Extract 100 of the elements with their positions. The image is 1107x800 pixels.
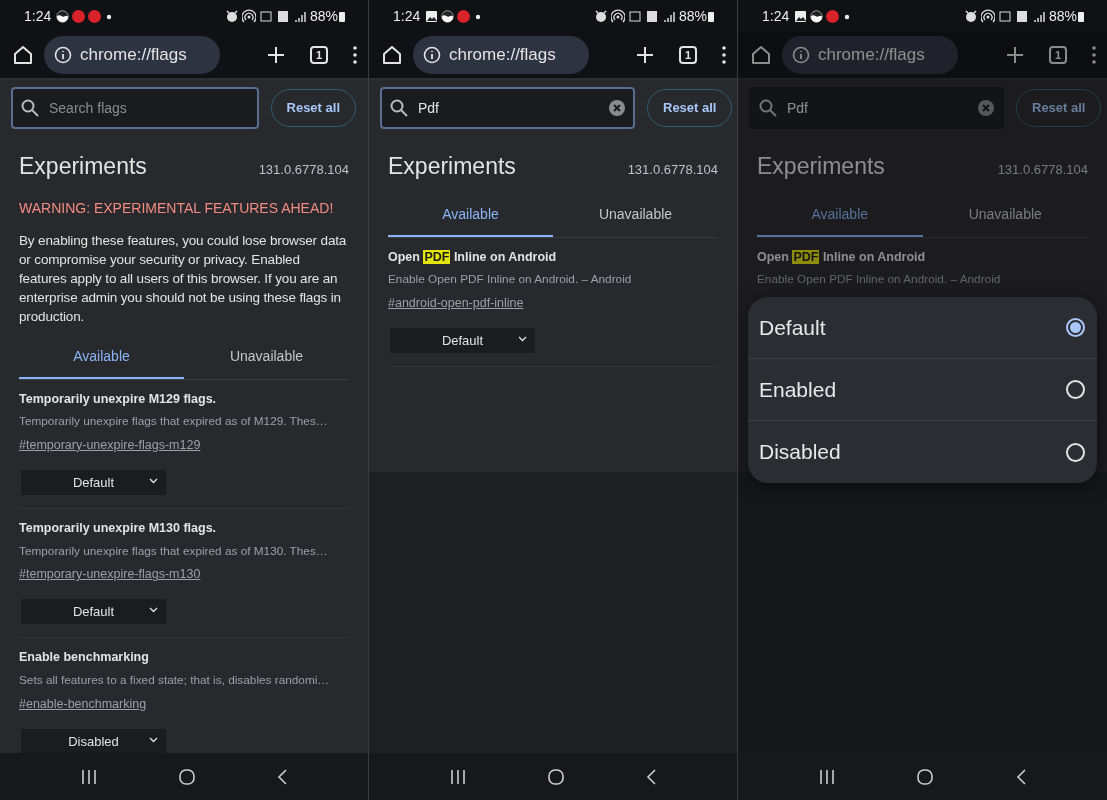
yin-yang-icon — [56, 9, 70, 23]
radio-button[interactable] — [1066, 380, 1085, 399]
alarm-icon — [963, 9, 978, 23]
battery-icon — [1077, 9, 1085, 23]
chevron-down-icon — [518, 335, 527, 342]
page-title: Experiments — [757, 152, 885, 181]
version-text: 131.0.6778.104 — [627, 161, 718, 179]
dropdown-select[interactable]: Default — [21, 469, 166, 495]
page-title: Experiments — [19, 152, 147, 181]
jio-logo-icon — [826, 9, 840, 23]
search-icon — [759, 98, 777, 117]
image-icon — [425, 9, 439, 23]
clear-icon[interactable] — [609, 99, 625, 116]
url-text: chrome://flags — [449, 44, 556, 67]
search-field[interactable]: Pdf — [380, 86, 635, 129]
image-icon — [794, 9, 808, 23]
status-time: 1:24 — [24, 6, 52, 26]
hotspot-icon — [980, 9, 995, 23]
info-icon — [54, 46, 72, 64]
plus-icon[interactable] — [635, 45, 655, 65]
flag-description: Enable Open PDF Inline on Android. – Android — [757, 271, 1002, 289]
tab[interactable]: Unavailable — [553, 195, 718, 237]
info-icon — [792, 46, 810, 64]
dropdown-select[interactable]: Default — [390, 327, 535, 353]
search-input[interactable]: Pdf — [785, 88, 970, 127]
option-label: Enabled — [759, 376, 837, 403]
address-bar[interactable]: chrome://flags — [413, 36, 589, 74]
flag-link[interactable]: #temporary-unexpire-flags-m129 — [19, 435, 201, 455]
signal-icon — [1031, 9, 1046, 23]
recents-icon[interactable] — [449, 767, 467, 786]
chevron-down-icon — [149, 477, 158, 484]
dropdown-select[interactable]: Default — [21, 599, 166, 625]
flag-link[interactable]: #temporary-unexpire-flags-m130 — [19, 565, 201, 585]
search-input[interactable]: Search flags — [47, 88, 249, 127]
option-label: Disabled — [759, 439, 841, 466]
option-label: Default — [759, 314, 826, 341]
search-icon — [390, 98, 408, 117]
flag-link[interactable]: #android-open-pdf-inline — [388, 293, 524, 313]
plus-icon[interactable] — [1005, 45, 1025, 65]
url-text: chrome://flags — [818, 44, 925, 67]
hotspot-icon — [610, 9, 625, 23]
battery-percent: 88% — [678, 6, 707, 26]
home-button-icon[interactable] — [178, 767, 196, 786]
url-text: chrome://flags — [80, 44, 187, 67]
flag-title: Enable benchmarking — [19, 649, 150, 667]
back-icon[interactable] — [645, 767, 657, 786]
home-button-icon[interactable] — [547, 767, 565, 786]
jio-logo-icon — [88, 9, 102, 23]
hotspot-icon — [241, 9, 256, 23]
jio-logo-icon — [457, 9, 471, 23]
alarm-icon — [593, 9, 608, 23]
tab[interactable]: Unavailable — [184, 337, 349, 379]
search-input[interactable]: Pdf — [416, 88, 601, 127]
battery-icon — [338, 9, 346, 23]
info-icon — [423, 46, 441, 64]
flag-description: Enable Open PDF Inline on Android. – Android — [388, 271, 633, 289]
home-button-icon[interactable] — [916, 767, 935, 786]
jio-logo-icon — [72, 9, 86, 23]
plus-icon[interactable] — [266, 45, 286, 65]
search-field[interactable]: Search flags — [11, 86, 259, 129]
tab[interactable]: Available — [388, 195, 553, 237]
radio-button[interactable] — [1066, 442, 1085, 462]
tab[interactable]: Unavailable — [922, 195, 1088, 237]
flag-title: Open PDF Inline on Android — [757, 248, 927, 266]
radio-button[interactable] — [1066, 318, 1085, 337]
search-field[interactable]: Pdf — [749, 86, 1004, 129]
chevron-down-icon — [149, 607, 158, 614]
flag-description: Temporarily unexpire flags that expired as of M129. Thes… — [19, 413, 329, 431]
tab[interactable]: Available — [19, 337, 184, 379]
flag-title: Open PDF Inline on Android — [388, 248, 558, 266]
battery-percent: 88% — [1048, 6, 1077, 26]
address-bar[interactable]: chrome://flags — [44, 36, 220, 74]
home-icon[interactable] — [12, 44, 34, 66]
recents-icon[interactable] — [818, 767, 837, 786]
home-icon[interactable] — [750, 44, 772, 66]
dropdown-select[interactable]: Disabled — [21, 728, 166, 753]
back-icon[interactable] — [276, 767, 288, 786]
flag-link[interactable]: #enable-benchmarking — [19, 694, 147, 714]
menu-icon[interactable] — [352, 45, 358, 65]
flag-title: Temporarily unexpire M130 flags. — [19, 519, 218, 537]
page-title: Experiments — [388, 152, 516, 181]
clear-icon[interactable] — [978, 99, 994, 116]
signal-icon — [292, 9, 307, 23]
yin-yang-icon — [810, 9, 824, 23]
home-icon[interactable] — [381, 44, 403, 66]
tab-count-button[interactable]: 1 — [310, 46, 328, 64]
signal-icon — [661, 9, 676, 23]
status-time: 1:24 — [762, 6, 790, 26]
version-text: 131.0.6778.104 — [997, 161, 1088, 179]
menu-icon[interactable] — [1091, 45, 1097, 65]
intro-text: By enabling these features, you could lose browser data or compromise your security or privacy. Enabled features apply to all users of this browser. If you are an enterprise admin you should not be using these flags in production. — [19, 231, 348, 326]
address-bar[interactable]: chrome://flags — [782, 36, 958, 74]
recents-icon[interactable] — [80, 767, 98, 786]
menu-icon[interactable] — [721, 45, 727, 65]
tab-count-button[interactable]: 1 — [1049, 46, 1067, 64]
status-time: 1:24 — [393, 6, 421, 26]
back-icon[interactable] — [1014, 767, 1027, 786]
flag-title: Temporarily unexpire M129 flags. — [19, 390, 218, 408]
tab-count-button[interactable]: 1 — [679, 46, 697, 64]
battery-icon — [707, 9, 715, 23]
